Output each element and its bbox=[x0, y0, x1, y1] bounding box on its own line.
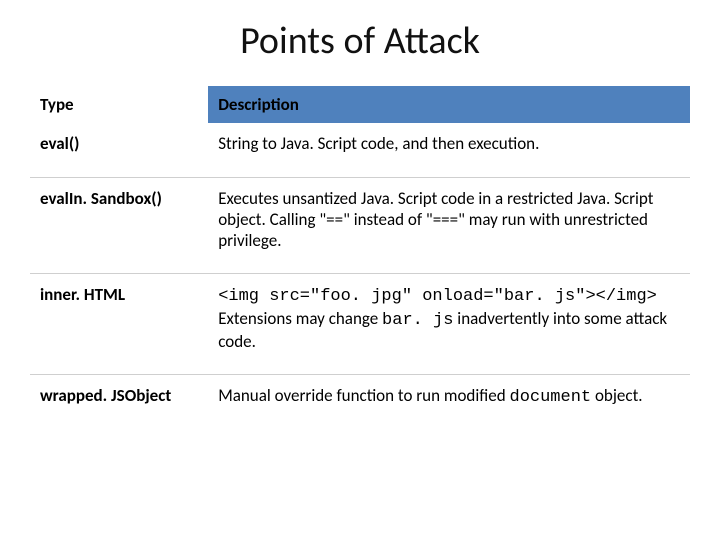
attack-table: Type Description eval() String to Java. … bbox=[30, 86, 690, 430]
table-row: inner. HTML <img src="foo. jpg" onload="… bbox=[30, 274, 690, 375]
cell-type: wrapped. JSObject bbox=[30, 375, 208, 431]
cell-description: Manual override function to run modified… bbox=[208, 375, 690, 431]
table-row: eval() String to Java. Script code, and … bbox=[30, 123, 690, 177]
table-header-row: Type Description bbox=[30, 86, 690, 123]
slide-title: Points of Attack bbox=[30, 18, 690, 64]
desc-text: Extensions may change bbox=[218, 308, 382, 329]
header-description: Description bbox=[208, 86, 690, 123]
cell-description: Executes unsantized Java. Script code in… bbox=[208, 177, 690, 274]
desc-text: object. bbox=[591, 385, 642, 406]
desc-text: Manual override function to run modified bbox=[218, 385, 509, 406]
cell-description: String to Java. Script code, and then ex… bbox=[208, 123, 690, 177]
code-inline: bar. js bbox=[382, 311, 453, 330]
slide: Points of Attack Type Description eval()… bbox=[0, 0, 720, 540]
code-snippet: <img src="foo. jpg" onload="bar. js"></i… bbox=[218, 287, 657, 306]
table-row: evalIn. Sandbox() Executes unsantized Ja… bbox=[30, 177, 690, 274]
table-row: wrapped. JSObject Manual override functi… bbox=[30, 375, 690, 431]
cell-type: inner. HTML bbox=[30, 274, 208, 375]
header-type: Type bbox=[30, 86, 208, 123]
code-inline: document bbox=[510, 388, 592, 407]
cell-type: evalIn. Sandbox() bbox=[30, 177, 208, 274]
cell-description: <img src="foo. jpg" onload="bar. js"></i… bbox=[208, 274, 690, 375]
cell-type: eval() bbox=[30, 123, 208, 177]
